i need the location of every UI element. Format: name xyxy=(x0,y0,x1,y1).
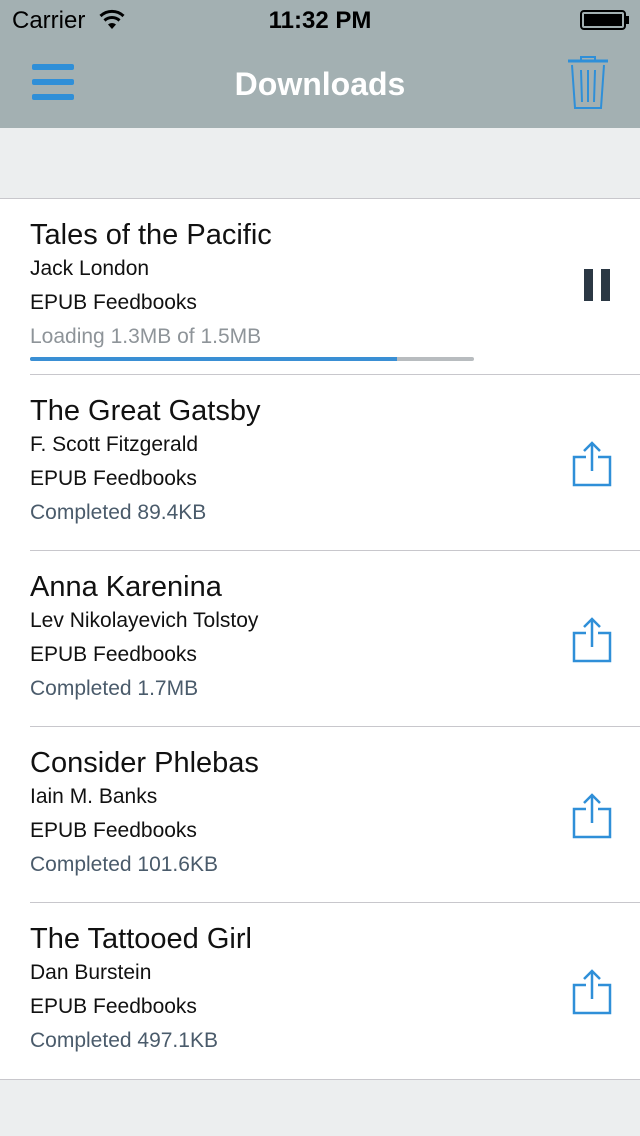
book-title: The Tattooed Girl xyxy=(30,923,252,955)
clock: 11:32 PM xyxy=(268,7,372,34)
download-row[interactable]: Consider Phlebas Iain M. Banks EPUB Feed… xyxy=(0,727,640,903)
book-title: Consider Phlebas xyxy=(30,747,259,779)
book-title: Anna Karenina xyxy=(30,571,222,603)
status-bar: Carrier 11:32 PM xyxy=(0,0,640,40)
share-icon[interactable] xyxy=(572,441,612,487)
book-author: Lev Nikolayevich Tolstoy xyxy=(30,609,259,632)
download-status: Completed 1.7MB xyxy=(30,677,199,700)
download-status: Completed 101.6KB xyxy=(30,853,218,876)
trash-icon[interactable] xyxy=(566,56,610,110)
book-format: EPUB Feedbooks xyxy=(30,819,197,842)
download-row[interactable]: The Tattooed Girl Dan Burstein EPUB Feed… xyxy=(0,903,640,1079)
page-title: Downloads xyxy=(234,66,406,102)
download-row[interactable]: Tales of the Pacific Jack London EPUB Fe… xyxy=(0,199,640,375)
book-title: Tales of the Pacific xyxy=(30,219,272,251)
book-format: EPUB Feedbooks xyxy=(30,291,197,314)
download-status: Loading 1.3MB of 1.5MB xyxy=(30,325,262,348)
download-status: Completed 497.1KB xyxy=(30,1029,218,1052)
book-title: The Great Gatsby xyxy=(30,395,261,427)
book-author: Iain M. Banks xyxy=(30,785,158,808)
download-row[interactable]: The Great Gatsby F. Scott Fitzgerald EPU… xyxy=(0,375,640,551)
share-icon[interactable] xyxy=(572,969,612,1015)
book-author: F. Scott Fitzgerald xyxy=(30,433,199,456)
download-status: Completed 89.4KB xyxy=(30,501,207,524)
book-author: Jack London xyxy=(30,257,150,280)
pause-icon[interactable] xyxy=(584,269,612,301)
book-format: EPUB Feedbooks xyxy=(30,467,197,490)
download-row[interactable]: Anna Karenina Lev Nikolayevich Tolstoy E… xyxy=(0,551,640,727)
share-icon[interactable] xyxy=(572,793,612,839)
downloads-list: Tales of the Pacific Jack London EPUB Fe… xyxy=(0,198,640,1080)
download-progress-fill xyxy=(30,357,398,361)
battery-icon xyxy=(580,10,629,30)
book-format: EPUB Feedbooks xyxy=(30,995,197,1018)
download-progress-bar xyxy=(30,357,474,361)
book-author: Dan Burstein xyxy=(30,961,152,984)
book-format: EPUB Feedbooks xyxy=(30,643,197,666)
nav-bar: Carrier 11:32 PM Downloads xyxy=(0,0,640,128)
share-icon[interactable] xyxy=(572,617,612,663)
